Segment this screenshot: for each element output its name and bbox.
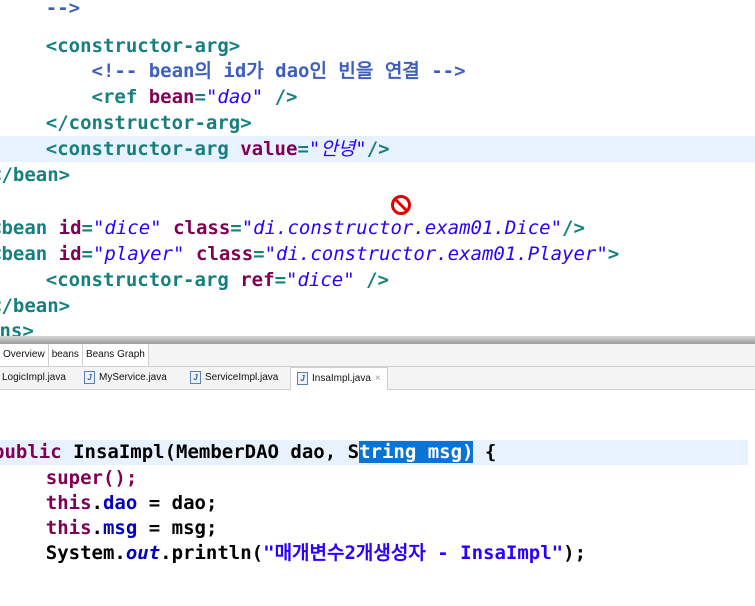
tab-label: LogicImpl.java bbox=[2, 372, 66, 383]
xml-line: </bean> bbox=[0, 162, 745, 188]
value-attr: value bbox=[240, 138, 298, 160]
tab-myservice[interactable]: J MyService.java bbox=[84, 367, 167, 389]
system-class: System. bbox=[45, 542, 126, 564]
close-icon[interactable]: × bbox=[375, 373, 381, 384]
tab-label: MyService.java bbox=[99, 372, 167, 383]
this-keyword: this bbox=[45, 517, 92, 539]
code-line-current: public InsaImpl(MemberDAO dao, String ms… bbox=[0, 440, 748, 465]
bean-tag-open: <bean bbox=[0, 217, 48, 239]
code-line: super(); bbox=[0, 466, 755, 491]
constructor-arg-tag: <constructor-arg bbox=[45, 269, 241, 291]
public-keyword: public bbox=[0, 441, 62, 463]
xml-comment: <!-- bean의 id가 dao인 빈을 연결 --> bbox=[91, 60, 466, 82]
class-value: "di.constructor.exam01.Dice" bbox=[241, 217, 563, 239]
tab-label: ServiceImpl.java bbox=[205, 372, 279, 383]
value-string: "안녕" bbox=[308, 138, 367, 160]
error-icon[interactable] bbox=[390, 194, 412, 216]
constructor-signature: InsaImpl(MemberDAO dao, S bbox=[73, 441, 360, 463]
tab-insaimpl[interactable]: J InsaImpl.java × bbox=[290, 367, 388, 390]
xml-line: --> bbox=[0, 0, 755, 21]
beans-close-tag: ans> bbox=[0, 320, 34, 336]
ref-attr: ref bbox=[240, 269, 275, 291]
string-literal: "매개변수2개생성자 - InsaImpl" bbox=[263, 542, 564, 564]
tag-close: /> bbox=[562, 217, 585, 239]
tab-beans-graph[interactable]: Beans Graph bbox=[82, 344, 149, 366]
bean-close-tag: </bean> bbox=[0, 164, 71, 186]
equals: = bbox=[253, 243, 265, 265]
id-attr: id bbox=[58, 217, 82, 239]
comment-end: --> bbox=[45, 0, 81, 19]
equals: = bbox=[274, 269, 287, 291]
xml-line: <bean id="player" class="di.constructor.… bbox=[0, 241, 745, 267]
code-line: this.msg = msg; bbox=[0, 516, 755, 541]
ref-bean-value: "dao" bbox=[205, 86, 264, 108]
constructor-arg-open-tag: <constructor-arg> bbox=[45, 35, 241, 57]
id-value: "dice" bbox=[92, 217, 162, 239]
ref-tag-open: <ref bbox=[91, 86, 149, 108]
id-attr: id bbox=[58, 243, 82, 265]
tag-close: /> bbox=[354, 269, 389, 291]
equals: = bbox=[230, 217, 242, 239]
tag-close: > bbox=[607, 243, 620, 265]
xml-line: <ref bean="dao" /> bbox=[0, 84, 755, 110]
dot: . bbox=[91, 517, 103, 539]
java-file-icon: J bbox=[84, 370, 95, 384]
code-line: this.dao = dao; bbox=[0, 491, 755, 516]
xml-line: <constructor-arg> bbox=[0, 33, 755, 59]
file-tabs: LogicImpl.java J MyService.java J ServiceI… bbox=[0, 367, 755, 390]
xml-line: <constructor-arg ref="dice" /> bbox=[0, 267, 755, 293]
xml-line: </bean> bbox=[0, 293, 745, 319]
java-file-icon: J bbox=[297, 371, 308, 385]
xml-line-current: <constructor-arg value="안녕"/> bbox=[0, 136, 755, 162]
java-file-icon: J bbox=[190, 370, 201, 384]
constructor-arg-close-tag: </constructor-arg> bbox=[45, 112, 252, 134]
editor-divider[interactable] bbox=[0, 336, 755, 344]
java-editor[interactable]: public InsaImpl(MemberDAO dao, String ms… bbox=[0, 390, 755, 606]
tab-serviceimpl[interactable]: J ServiceImpl.java bbox=[190, 367, 278, 389]
tab-beans[interactable]: beans bbox=[48, 344, 83, 366]
tab-overview[interactable]: Overview bbox=[0, 344, 49, 366]
ref-tag-close: /> bbox=[263, 86, 298, 108]
class-value: "di.constructor.exam01.Player" bbox=[264, 243, 608, 265]
field-msg: msg bbox=[102, 517, 138, 539]
equals: = bbox=[81, 217, 93, 239]
field-dao: dao bbox=[102, 492, 138, 514]
tag-close: /> bbox=[366, 138, 390, 160]
xml-line: <bean id="dice" class="di.constructor.ex… bbox=[0, 215, 745, 241]
xml-line: </constructor-arg> bbox=[0, 110, 755, 136]
code-line: System.out.println("매개변수2개생성자 - InsaImpl… bbox=[0, 541, 755, 566]
bean-close-tag: </bean> bbox=[0, 295, 71, 317]
bean-tag-open: <bean bbox=[0, 243, 48, 265]
equals: = bbox=[81, 243, 93, 265]
xml-line: ans> bbox=[0, 318, 743, 336]
tab-label: InsaImpl.java bbox=[312, 373, 371, 384]
brace-open: { bbox=[473, 441, 497, 463]
tab-logicimpl[interactable]: LogicImpl.java bbox=[2, 367, 66, 389]
ref-bean-attr: bean bbox=[148, 86, 195, 108]
equals: = bbox=[194, 86, 206, 108]
assignment: = msg; bbox=[137, 517, 218, 539]
out-field: out bbox=[125, 542, 161, 564]
assignment: = dao; bbox=[137, 492, 218, 514]
println-call: .println( bbox=[160, 542, 264, 564]
this-keyword: this bbox=[45, 492, 92, 514]
class-attr: class bbox=[195, 243, 254, 265]
class-attr: class bbox=[173, 217, 231, 239]
xml-editor-tabs: Overview beans Beans Graph bbox=[0, 344, 755, 367]
xml-line: <!-- bean의 id가 dao인 빈을 연결 --> bbox=[0, 58, 755, 84]
super-call: super(); bbox=[45, 467, 138, 489]
id-value: "player" bbox=[92, 243, 185, 265]
constructor-arg-tag: <constructor-arg bbox=[45, 138, 241, 160]
equals: = bbox=[297, 138, 309, 160]
ref-value: "dice" bbox=[286, 269, 355, 291]
text-selection[interactable]: tring msg) bbox=[359, 441, 474, 463]
dot: . bbox=[91, 492, 103, 514]
call-end: ); bbox=[563, 542, 587, 564]
xml-editor[interactable]: --> <constructor-arg> <!-- bean의 id가 dao… bbox=[0, 0, 755, 336]
